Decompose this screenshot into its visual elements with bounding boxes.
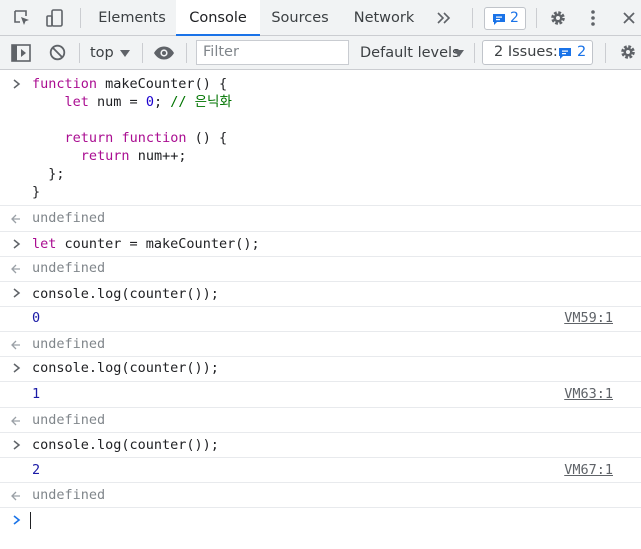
context-label: top (90, 45, 114, 61)
console-result-entry: undefined (0, 331, 641, 356)
tab-sources[interactable]: Sources (262, 0, 338, 35)
code-line: console.log(counter()); (32, 286, 219, 302)
code-line: function makeCounter() { (32, 76, 228, 92)
gear-icon[interactable] (619, 43, 637, 61)
messages-badge[interactable]: 2 (484, 7, 526, 30)
dropdown-caret-icon (454, 50, 464, 57)
console-result-entry: undefined (0, 407, 641, 432)
console-messages: function makeCounter() { let num = 0; //… (0, 70, 641, 549)
prompt-chevron-icon (13, 440, 21, 450)
device-toolbar-icon[interactable] (45, 8, 65, 28)
result-arrow-icon (11, 264, 20, 274)
tab-elements[interactable]: Elements (88, 0, 176, 35)
result-value: undefined (32, 336, 106, 352)
tab-console[interactable]: Console (176, 0, 260, 36)
console-input-entry: console.log(counter()); (0, 281, 641, 306)
console-log-entry: 2 VM67:1 (0, 457, 641, 482)
clear-console-icon[interactable] (49, 44, 66, 61)
log-value: 1 (32, 386, 41, 402)
devtools-tab-bar: Elements Console Sources Network 2 (0, 0, 641, 36)
kebab-menu-icon[interactable] (590, 9, 596, 27)
console-input-entry: console.log(counter()); (0, 432, 641, 457)
code-line: return function () { (64, 130, 228, 146)
result-value: undefined (32, 487, 106, 503)
prompt-chevron-icon (13, 288, 21, 298)
code-line: let num = 0; // 은닉화 (64, 94, 232, 110)
prompt-chevron-icon (13, 79, 21, 89)
filter-input[interactable]: Filter (196, 40, 349, 65)
tab-network[interactable]: Network (344, 0, 424, 35)
more-tabs-icon[interactable] (437, 12, 451, 24)
result-value: undefined (32, 412, 106, 428)
log-value: 0 (32, 310, 41, 326)
issues-count: 2 (577, 44, 587, 60)
console-log-entry: 0 VM59:1 (0, 306, 641, 331)
result-arrow-icon (11, 340, 20, 350)
prompt-chevron-icon (13, 239, 21, 249)
console-result-entry: undefined (0, 256, 641, 281)
issues-label: 2 Issues: (494, 44, 558, 60)
source-link[interactable]: VM67:1 (564, 461, 613, 479)
code-line: } (32, 184, 41, 200)
result-arrow-icon (11, 214, 20, 224)
chat-icon (559, 48, 571, 59)
code-line: console.log(counter()); (32, 437, 219, 453)
issues-badge[interactable]: 2 Issues: 2 (482, 40, 593, 65)
result-value: undefined (32, 260, 106, 276)
prompt-chevron-icon (13, 363, 21, 373)
source-link[interactable]: VM63:1 (564, 385, 613, 403)
code-line: return num++; (80, 148, 187, 164)
console-prompt[interactable] (0, 507, 641, 549)
result-arrow-icon (11, 416, 20, 426)
eye-icon[interactable] (153, 46, 175, 60)
gear-icon[interactable] (549, 9, 567, 27)
log-levels-dropdown[interactable]: Default levels (360, 43, 460, 63)
console-result-entry: undefined (0, 482, 641, 507)
result-arrow-icon (11, 491, 20, 501)
chat-icon (493, 14, 505, 25)
code-line: }; (48, 166, 65, 182)
console-log-entry: 1 VM63:1 (0, 381, 641, 407)
inspect-element-icon[interactable] (13, 9, 31, 27)
code-line: console.log(counter()); (32, 360, 219, 376)
source-link[interactable]: VM59:1 (564, 309, 613, 327)
console-result-entry: undefined (0, 205, 641, 231)
context-selector[interactable]: top (90, 43, 114, 63)
console-input-entry: console.log(counter()); (0, 356, 641, 381)
close-icon[interactable] (622, 11, 636, 25)
log-value: 2 (32, 462, 41, 478)
text-cursor (30, 512, 31, 529)
console-input-entry: let counter = makeCounter(); (0, 231, 641, 256)
console-input-entry: function makeCounter() { let num = 0; //… (0, 70, 641, 205)
code-line: let counter = makeCounter(); (32, 236, 260, 252)
result-value: undefined (32, 210, 106, 226)
sidebar-icon[interactable] (11, 44, 31, 62)
prompt-chevron-icon (13, 515, 21, 525)
dropdown-caret-icon (120, 50, 130, 57)
messages-count: 2 (510, 10, 519, 26)
